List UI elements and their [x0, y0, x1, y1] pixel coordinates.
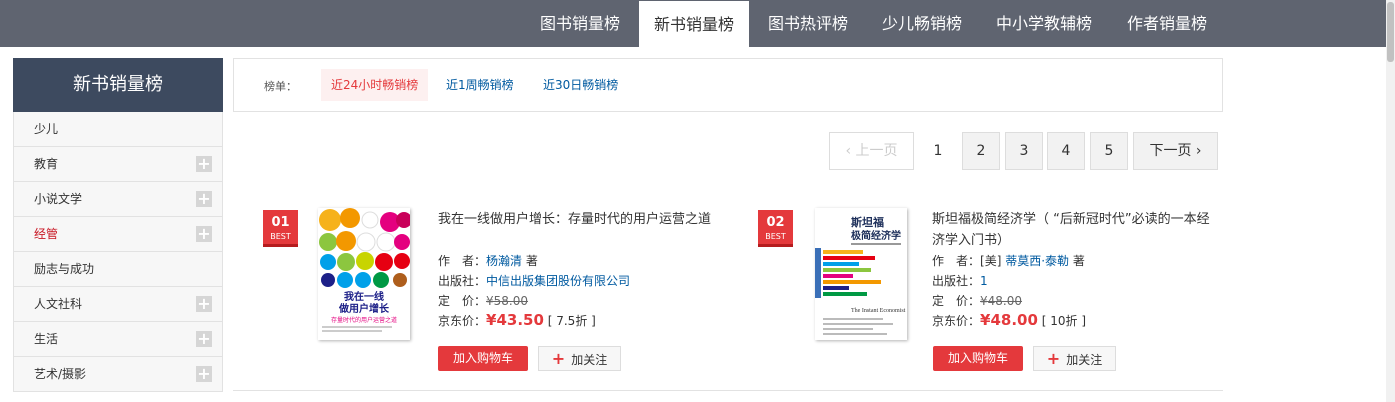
scrollbar-thumb[interactable] — [1387, 2, 1394, 62]
rank-badge: 01 BEST — [263, 210, 298, 247]
author-link[interactable]: 蒂莫西·泰勒 — [1005, 254, 1069, 268]
publisher-link[interactable]: 中信出版集团股份有限公司 — [486, 274, 630, 288]
next-page-button[interactable]: 下一页 › — [1133, 132, 1218, 170]
expand-plus-icon[interactable]: + — [196, 156, 212, 172]
book-cover-art: 斯坦福 极简经济学 The Instant Economist — [815, 208, 907, 340]
list-price-row: 定 价：¥58.00 — [438, 294, 529, 308]
page-4[interactable]: 4 — [1047, 132, 1085, 170]
sidebar-item-self-help[interactable]: 励志与成功 — [13, 252, 223, 287]
chevron-left-icon: ‹ — [845, 143, 852, 159]
jd-price-row: 京东价：¥43.50 [ 7.5折 ] — [438, 311, 596, 329]
tab-author-sales[interactable]: 作者销量榜 — [1112, 0, 1222, 47]
add-to-cart-button[interactable]: 加入购物车 — [933, 346, 1023, 371]
sidebar-item-label: 人文社科 — [34, 297, 83, 311]
svg-text:做用户增长: 做用户增长 — [338, 302, 390, 315]
chevron-right-icon: › — [1195, 143, 1202, 159]
sidebar-item-education[interactable]: 教育 + — [13, 147, 223, 182]
add-to-cart-button[interactable]: 加入购物车 — [438, 346, 528, 371]
expand-plus-icon[interactable]: + — [196, 226, 212, 242]
rank-badge: 02 BEST — [758, 210, 793, 247]
page-2[interactable]: 2 — [962, 132, 1000, 170]
plus-icon: + — [551, 349, 566, 368]
author-row: 作 者：杨瀚清 著 — [438, 254, 538, 268]
tab-new-book-sales[interactable]: 新书销量榜 — [638, 0, 750, 47]
expand-plus-icon[interactable]: + — [196, 296, 212, 312]
top-nav: 图书销量榜 新书销量榜 图书热评榜 少儿畅销榜 中小学教辅榜 作者销量榜 — [0, 0, 1395, 47]
book-cover[interactable]: 我在一线 做用户增长 存量时代的用户运营之道 — [318, 208, 410, 340]
jd-price: ¥48.00 — [980, 311, 1038, 329]
scrollbar[interactable] — [1386, 0, 1395, 402]
sidebar-item-label: 经管 — [34, 227, 59, 241]
filter-30days[interactable]: 近30日畅销榜 — [533, 69, 628, 101]
sidebar-item-label: 教育 — [34, 157, 59, 171]
jd-price-row: 京东价：¥48.00 [ 10折 ] — [932, 311, 1086, 329]
tab-k12-tutoring[interactable]: 中小学教辅榜 — [980, 0, 1108, 47]
product-title[interactable]: 我在一线做用户增长：存量时代的用户运营之道 — [438, 209, 728, 230]
sidebar-item-business[interactable]: 经管 + — [13, 217, 223, 252]
tab-children-bestsellers[interactable]: 少儿畅销榜 — [867, 0, 977, 47]
product-title[interactable]: 斯坦福极简经济学（ “后新冠时代”必读的一本经济学入门书） — [932, 209, 1222, 251]
sidebar-item-life[interactable]: 生活 + — [13, 322, 223, 357]
expand-plus-icon[interactable]: + — [196, 331, 212, 347]
book-cover-art: 我在一线 做用户增长 存量时代的用户运营之道 — [318, 208, 410, 340]
expand-plus-icon[interactable]: + — [196, 191, 212, 207]
svg-text:我在一线: 我在一线 — [344, 290, 384, 303]
filter-1week[interactable]: 近1周畅销榜 — [436, 69, 524, 101]
svg-text:存量时代的用户运营之道: 存量时代的用户运营之道 — [331, 316, 397, 324]
tab-book-reviews[interactable]: 图书热评榜 — [753, 0, 863, 47]
sidebar-item-label: 艺术/摄影 — [34, 367, 87, 381]
publisher-row: 出版社：中信出版集团股份有限公司 — [438, 274, 631, 288]
sidebar-item-label: 小说文学 — [34, 192, 83, 206]
page-1[interactable]: 1 — [920, 132, 956, 170]
sidebar-title: 新书销量榜 — [13, 58, 223, 112]
page-3[interactable]: 3 — [1005, 132, 1043, 170]
prev-page-button[interactable]: ‹ 上一页 — [829, 132, 914, 170]
sidebar-item-art-photography[interactable]: 艺术/摄影 + — [13, 357, 223, 392]
filter-24h[interactable]: 近24小时畅销榜 — [321, 69, 429, 101]
filter-label: 榜单： — [264, 80, 297, 93]
ranking-filter: 榜单： 近24小时畅销榜 近1周畅销榜 近30日畅销榜 — [233, 58, 1223, 112]
publisher-row: 出版社：1 — [932, 274, 988, 288]
author-link[interactable]: 杨瀚清 — [486, 254, 522, 268]
sidebar-item-label: 生活 — [34, 332, 59, 346]
book-cover[interactable]: 斯坦福 极简经济学 The Instant Economist — [815, 208, 907, 340]
tab-book-sales[interactable]: 图书销量榜 — [525, 0, 635, 47]
svg-text:The Instant Economist: The Instant Economist — [851, 308, 906, 314]
sidebar-item-label: 励志与成功 — [34, 262, 95, 276]
svg-text:极简经济学: 极简经济学 — [851, 229, 901, 242]
list-price-row: 定 价：¥48.00 — [932, 294, 1023, 308]
svg-text:斯坦福: 斯坦福 — [851, 215, 884, 229]
sidebar-item-children[interactable]: 少儿 — [13, 112, 223, 147]
publisher-link[interactable]: 1 — [980, 274, 988, 288]
jd-price: ¥43.50 — [486, 311, 544, 329]
follow-button[interactable]: + 加关注 — [538, 346, 621, 371]
divider — [233, 390, 1223, 391]
expand-plus-icon[interactable]: + — [196, 366, 212, 382]
sidebar-item-humanities[interactable]: 人文社科 + — [13, 287, 223, 322]
follow-button[interactable]: + 加关注 — [1033, 346, 1116, 371]
sidebar-item-fiction[interactable]: 小说文学 + — [13, 182, 223, 217]
sidebar-item-label: 少儿 — [34, 122, 59, 136]
category-sidebar: 新书销量榜 少儿 教育 + 小说文学 + 经管 + 励志与成功 人文社科 + 生活 + 艺… — [13, 58, 223, 392]
author-row: 作 者：[美] 蒂莫西·泰勒 著 — [932, 254, 1085, 268]
page-5[interactable]: 5 — [1090, 132, 1128, 170]
plus-icon: + — [1046, 349, 1061, 368]
